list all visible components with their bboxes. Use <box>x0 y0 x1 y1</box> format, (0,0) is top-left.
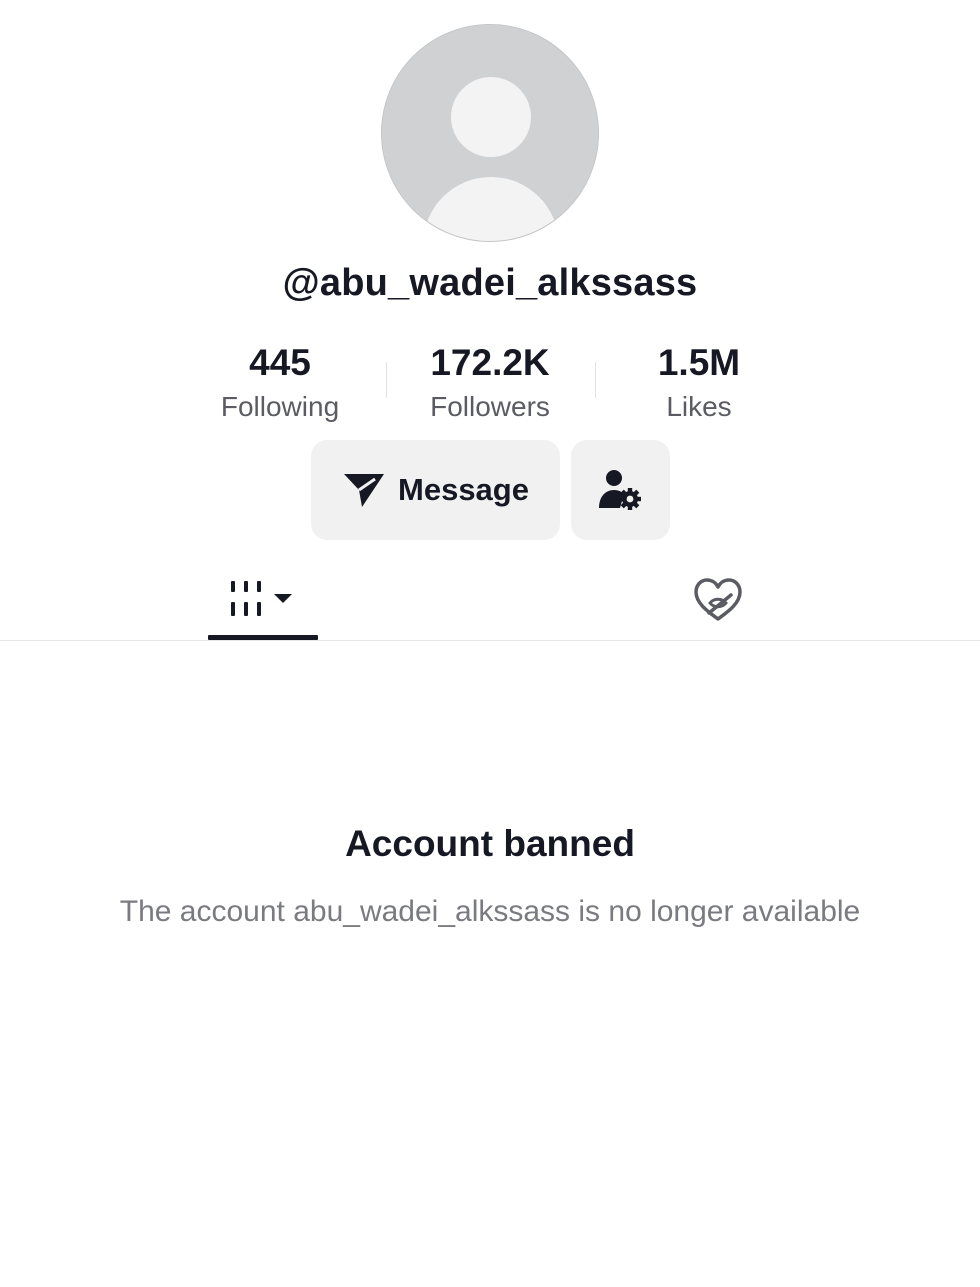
message-button[interactable]: Message <box>311 440 560 540</box>
banned-title: Account banned <box>345 823 635 864</box>
message-button-label: Message <box>398 472 529 507</box>
stat-divider <box>386 362 387 398</box>
stat-followers-label: Followers <box>430 391 550 422</box>
stat-followers[interactable]: 172.2K Followers <box>390 340 590 427</box>
grid-menu-icon <box>231 581 292 616</box>
user-settings-icon <box>598 470 641 510</box>
default-avatar-icon <box>382 25 598 241</box>
stat-likes-label: Likes <box>666 391 732 422</box>
profile-stats: 445 Following 172.2K Followers 1.5M Like… <box>0 340 980 430</box>
profile-username: @abu_wadei_alkssass <box>282 262 698 304</box>
profile-tabs <box>0 560 980 641</box>
stat-following[interactable]: 445 Following <box>180 340 380 427</box>
stat-following-label: Following <box>220 391 340 422</box>
tab-videos[interactable] <box>208 560 318 640</box>
heart-hidden-icon <box>694 578 742 621</box>
stat-following-value: 445 <box>249 342 311 383</box>
banned-message: The account abu_wadei_alkssass is no lon… <box>119 895 861 928</box>
stat-likes[interactable]: 1.5M Likes <box>599 340 799 427</box>
send-icon <box>344 474 385 507</box>
active-tab-indicator <box>208 635 318 640</box>
stat-divider <box>595 362 596 398</box>
tab-liked[interactable] <box>668 560 768 640</box>
stat-likes-value: 1.5M <box>657 342 741 383</box>
follow-options-button[interactable] <box>571 440 670 540</box>
avatar[interactable] <box>381 24 599 242</box>
stat-followers-value: 172.2K <box>430 342 550 383</box>
